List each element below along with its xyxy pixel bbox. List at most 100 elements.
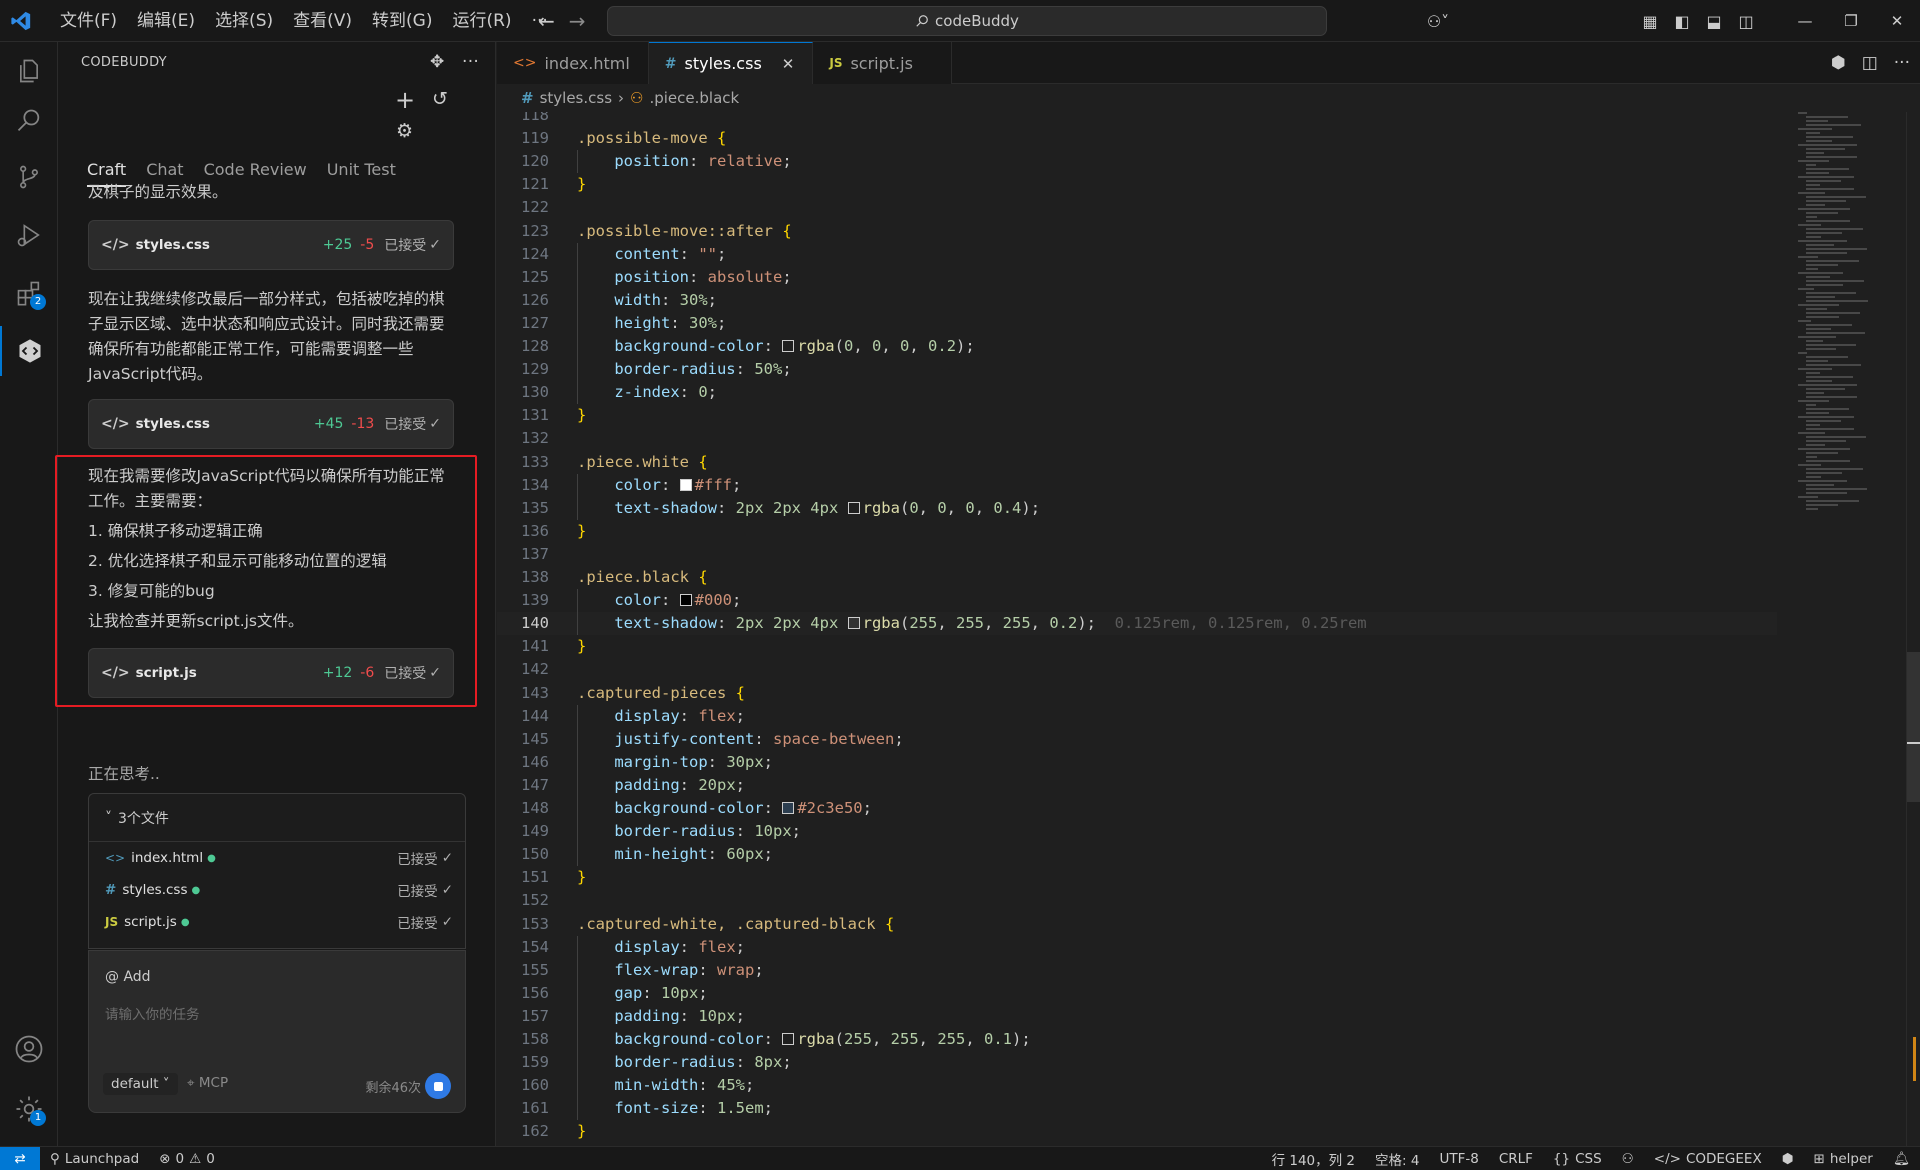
editor-more-icon[interactable]: ··· <box>1894 53 1910 73</box>
toggle-secondary-sidebar-icon[interactable]: ◫ <box>1730 12 1762 31</box>
code-line[interactable]: 126 width: 30%; <box>497 289 1777 312</box>
menu-file[interactable]: 文件(F) <box>50 0 127 42</box>
task-input[interactable]: 请输入你的任务 <box>105 1003 200 1023</box>
file-change-card[interactable]: </> styles.css +25 -5 已接受 ✓ <box>88 220 454 270</box>
minimap[interactable] <box>1798 112 1888 532</box>
code-line[interactable]: 143 .captured-pieces { <box>497 682 1777 705</box>
back-arrow-icon[interactable]: ← <box>538 0 555 42</box>
add-context-button[interactable]: @ Add <box>105 969 151 985</box>
split-editor-icon[interactable]: ◫ <box>1862 53 1878 73</box>
code-line[interactable]: 120 position: relative; <box>497 150 1777 173</box>
remote-icon[interactable]: ⇄ <box>0 1146 40 1170</box>
customize-layout-icon[interactable]: ▦ <box>1634 12 1666 31</box>
file-row[interactable]: JS script.js ● 已接受 ✓ <box>89 906 465 938</box>
minimize-icon[interactable]: — <box>1782 12 1828 30</box>
code-line[interactable]: 131} <box>497 404 1777 427</box>
codegeex-item[interactable]: </> CODEGEEX <box>1644 1151 1772 1167</box>
toggle-panel-icon[interactable]: ⬓ <box>1698 12 1730 31</box>
code-line[interactable]: 122 <box>497 196 1777 219</box>
code-line[interactable]: 158 background-color: rgba(255, 255, 255… <box>497 1028 1777 1051</box>
code-line[interactable]: 130 z-index: 0; <box>497 381 1777 404</box>
code-line[interactable]: 125 position: absolute; <box>497 266 1777 289</box>
code-line[interactable]: 139 color: #000; <box>497 589 1777 612</box>
color-swatch[interactable] <box>847 501 860 514</box>
move-panel-icon[interactable]: ✥ <box>430 52 445 72</box>
file-change-card[interactable]: </> script.js +12 -6 已接受 ✓ <box>88 648 454 698</box>
scrollbar-thumb[interactable] <box>1907 652 1920 802</box>
code-line[interactable]: 142 <box>497 658 1777 681</box>
code-line[interactable]: 149 border-radius: 10px; <box>497 820 1777 843</box>
code-line[interactable]: 127 height: 30%; <box>497 312 1777 335</box>
mode-select[interactable]: default ˅ <box>103 1073 178 1095</box>
code-line[interactable]: 118 <box>497 112 1777 127</box>
language-mode[interactable]: {} CSS <box>1543 1151 1612 1167</box>
launchpad-item[interactable]: ⚲ Launchpad <box>40 1151 149 1167</box>
breadcrumb-symbol[interactable]: .piece.black <box>649 89 739 107</box>
file-row[interactable]: <> index.html ● 已接受 ✓ <box>89 842 465 874</box>
code-line[interactable]: 152 <box>497 889 1777 912</box>
run-debug-icon[interactable] <box>0 210 58 260</box>
copilot-icon[interactable]: ⚇˅ <box>1422 12 1454 31</box>
notifications-bell-icon[interactable]: 🔔︎ <box>1883 1151 1920 1167</box>
code-line[interactable]: 162} <box>497 1120 1777 1143</box>
files-header[interactable]: ˅ 3个文件 <box>89 794 465 842</box>
forward-arrow-icon[interactable]: → <box>569 0 586 42</box>
history-icon[interactable]: ↺ <box>432 88 448 110</box>
code-line[interactable]: 145 justify-content: space-between; <box>497 728 1777 751</box>
breadcrumb-file[interactable]: styles.css <box>540 89 612 107</box>
code-line[interactable]: 151} <box>497 866 1777 889</box>
code-line[interactable]: 147 padding: 20px; <box>497 774 1777 797</box>
color-swatch[interactable] <box>782 802 795 814</box>
extensions-icon[interactable]: 2 <box>0 268 58 318</box>
tab-styles-css[interactable]: # styles.css ✕ <box>648 42 814 84</box>
code-line[interactable]: 144 display: flex; <box>497 705 1777 728</box>
account-icon[interactable] <box>0 1024 58 1074</box>
panel-settings-icon[interactable]: ⚙ <box>396 120 413 142</box>
stop-button[interactable] <box>425 1073 451 1099</box>
code-line[interactable]: 121} <box>497 173 1777 196</box>
code-line[interactable]: 156 gap: 10px; <box>497 982 1777 1005</box>
file-change-card[interactable]: </> styles.css +45 -13 已接受 ✓ <box>88 399 454 449</box>
code-line[interactable]: 134 color: #fff; <box>497 474 1777 497</box>
close-window-icon[interactable]: ✕ <box>1874 12 1920 30</box>
command-center-search[interactable]: codeBuddy <box>607 6 1327 36</box>
explorer-icon[interactable] <box>0 46 58 96</box>
close-tab-icon[interactable]: ✕ <box>782 55 795 73</box>
code-line[interactable]: 159 border-radius: 8px; <box>497 1051 1777 1074</box>
editor-scrollbar[interactable] <box>1906 112 1920 1146</box>
file-row[interactable]: # styles.css ● 已接受 ✓ <box>89 874 465 906</box>
code-line[interactable]: 135 text-shadow: 2px 2px 4px rgba(0, 0, … <box>497 497 1777 520</box>
helper-item[interactable]: ⊞ helper <box>1804 1151 1883 1167</box>
color-swatch[interactable] <box>679 478 692 491</box>
code-line[interactable]: 138 .piece.black { <box>497 566 1777 589</box>
line-ending[interactable]: CRLF <box>1489 1151 1543 1167</box>
code-editor[interactable]: 118 119 .possible-move {120 position: rela… <box>497 112 1777 1146</box>
code-line[interactable]: 148 background-color: #2c3e50; <box>497 797 1777 820</box>
code-line[interactable]: 136} <box>497 520 1777 543</box>
settings-gear-icon[interactable]: 1 <box>0 1084 58 1134</box>
menu-selection[interactable]: 选择(S) <box>205 0 283 42</box>
new-chat-icon[interactable]: + <box>395 86 415 114</box>
code-line[interactable]: 128 background-color: rgba(0, 0, 0, 0.2)… <box>497 335 1777 358</box>
code-line[interactable]: 155 flex-wrap: wrap; <box>497 959 1777 982</box>
code-line[interactable]: 160 min-width: 45%; <box>497 1074 1777 1097</box>
restore-icon[interactable]: ❐ <box>1828 12 1874 30</box>
code-line[interactable]: 137 <box>497 543 1777 566</box>
code-line[interactable]: 153 .captured-white, .captured-black { <box>497 913 1777 936</box>
code-line[interactable]: 141} <box>497 635 1777 658</box>
codebuddy-icon[interactable] <box>0 326 58 376</box>
code-line[interactable]: 132 <box>497 427 1777 450</box>
encoding[interactable]: UTF-8 <box>1429 1151 1488 1167</box>
more-actions-icon[interactable]: ··· <box>462 52 479 72</box>
code-line[interactable]: 140 text-shadow: 2px 2px 4px rgba(255, 2… <box>497 612 1777 636</box>
code-line[interactable]: 123 .possible-move::after { <box>497 220 1777 243</box>
menu-edit[interactable]: 编辑(E) <box>127 0 205 42</box>
color-swatch[interactable] <box>847 617 860 630</box>
code-line[interactable]: 150 min-height: 60px; <box>497 843 1777 866</box>
codebuddy-action-icon[interactable]: ⬢ <box>1831 53 1846 73</box>
codebuddy-status-icon[interactable]: ⬢ <box>1772 1151 1804 1167</box>
source-control-icon[interactable] <box>0 152 58 202</box>
code-line[interactable]: 146 margin-top: 30px; <box>497 751 1777 774</box>
code-line[interactable]: 161 font-size: 1.5em; <box>497 1097 1777 1120</box>
tab-script-js[interactable]: JS script.js <box>813 42 952 84</box>
